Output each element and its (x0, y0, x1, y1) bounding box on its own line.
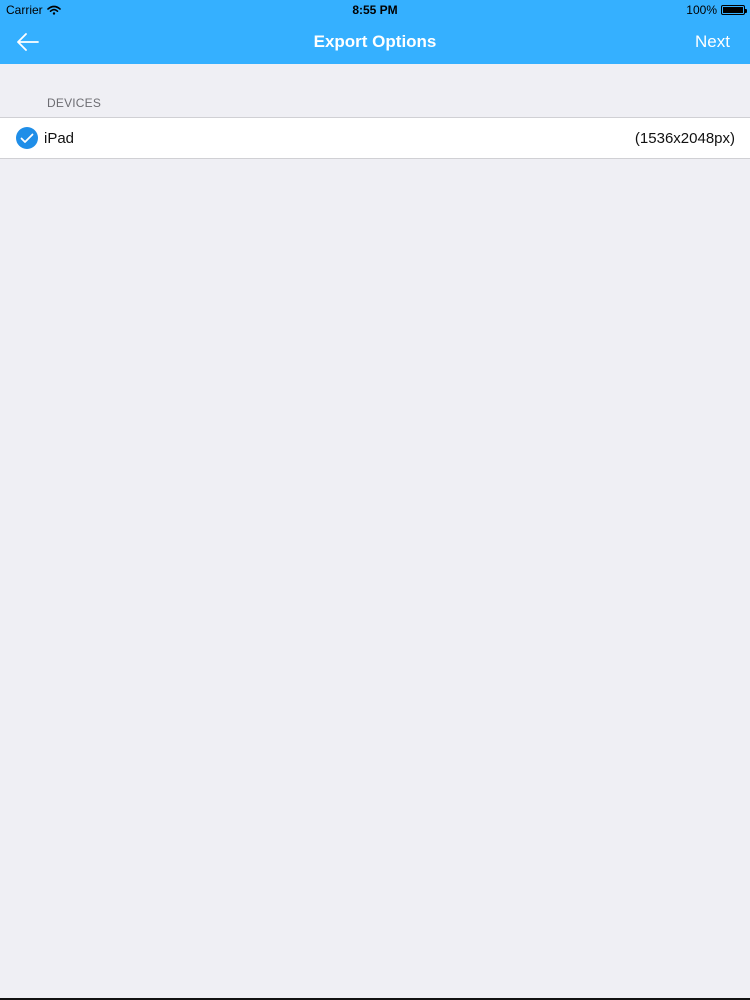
device-resolution: (1536x2048px) (634, 130, 735, 147)
battery-percent: 100% (686, 3, 717, 17)
app-header: Carrier 8:55 PM 100% Export Options Next (0, 0, 750, 64)
battery-indicator: 100% (686, 3, 747, 17)
status-bar: Carrier 8:55 PM 100% (0, 0, 750, 20)
status-time: 8:55 PM (352, 3, 398, 17)
checkmark-icon[interactable] (16, 127, 38, 149)
device-row-ipad[interactable]: iPad (1536x2048px) (0, 117, 750, 159)
next-button[interactable]: Next (695, 32, 730, 52)
battery-icon (721, 5, 747, 15)
navigation-bar: Export Options Next (0, 20, 750, 64)
page-title: Export Options (313, 32, 437, 51)
device-name: iPad (44, 130, 75, 147)
devices-section-header: DEVICES (47, 96, 102, 110)
